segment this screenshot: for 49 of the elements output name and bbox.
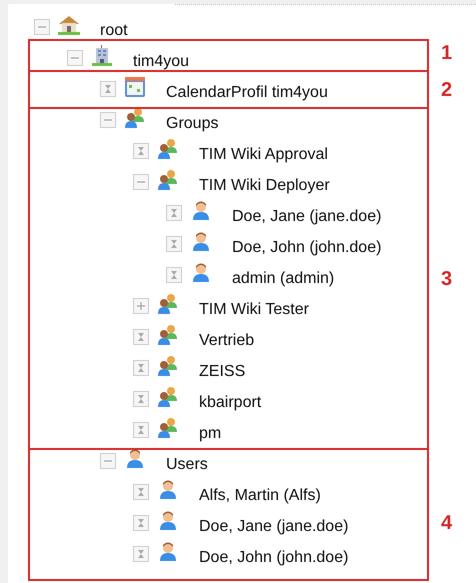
tree-item[interactable]: admin (admin) [232, 270, 334, 288]
tree-item[interactable]: CalendarProfil tim4you [166, 84, 328, 102]
collapse-icon[interactable] [100, 112, 116, 128]
tree-item[interactable]: root [100, 22, 128, 40]
annotation-number: 1 [441, 42, 452, 65]
leaf-icon[interactable] [100, 80, 116, 96]
tree-item[interactable]: pm [199, 424, 222, 442]
tree-item[interactable]: TIM Wiki Approval [199, 146, 328, 164]
leaf-icon[interactable] [166, 266, 182, 282]
tree-item[interactable]: Doe, John (john.doe) [199, 548, 348, 566]
group-icon [156, 354, 180, 378]
leaf-icon[interactable] [133, 390, 149, 406]
tree-item[interactable]: TIM Wiki Tester [199, 300, 309, 318]
tree-item[interactable]: kbairport [199, 394, 262, 412]
building-icon [90, 44, 114, 68]
tree-item[interactable]: Alfs, Martin (Alfs) [199, 486, 321, 504]
tree-item[interactable]: Doe, Jane (jane.doe) [199, 518, 348, 536]
annotation-number: 2 [441, 79, 452, 102]
group-icon [156, 384, 180, 408]
leaf-icon[interactable] [133, 546, 149, 562]
tree-item[interactable]: tim4you [133, 52, 190, 70]
leaf-icon[interactable] [133, 360, 149, 376]
tree-item[interactable]: Users [166, 456, 208, 474]
tree-item[interactable]: ZEISS [199, 362, 246, 380]
leaf-icon[interactable] [133, 422, 149, 438]
leaf-icon[interactable] [133, 514, 149, 530]
annotation-number: 3 [441, 268, 452, 291]
expand-icon[interactable] [133, 298, 149, 314]
annotation-number: 4 [441, 512, 452, 535]
collapse-icon[interactable] [67, 50, 83, 66]
collapse-icon[interactable] [34, 18, 50, 34]
group-icon [156, 292, 180, 316]
leaf-icon[interactable] [133, 142, 149, 158]
tree-item[interactable]: Groups [166, 114, 218, 132]
collapse-icon[interactable] [100, 452, 116, 468]
tree-item[interactable]: Doe, Jane (jane.doe) [232, 208, 382, 226]
group-icon [156, 322, 180, 346]
leaf-icon[interactable] [166, 204, 182, 220]
tree-item[interactable]: Vertrieb [199, 332, 254, 350]
group-icon [156, 136, 180, 160]
group-icon [156, 168, 180, 192]
leaf-icon[interactable] [133, 484, 149, 500]
group-icon [156, 416, 180, 440]
tree-item[interactable]: Doe, John (john.doe) [232, 238, 382, 256]
leaf-icon[interactable] [166, 236, 182, 252]
leaf-icon[interactable] [133, 328, 149, 344]
calendar-icon [123, 74, 147, 98]
tree-item[interactable]: TIM Wiki Deployer [199, 176, 330, 194]
collapse-icon[interactable] [133, 174, 149, 190]
